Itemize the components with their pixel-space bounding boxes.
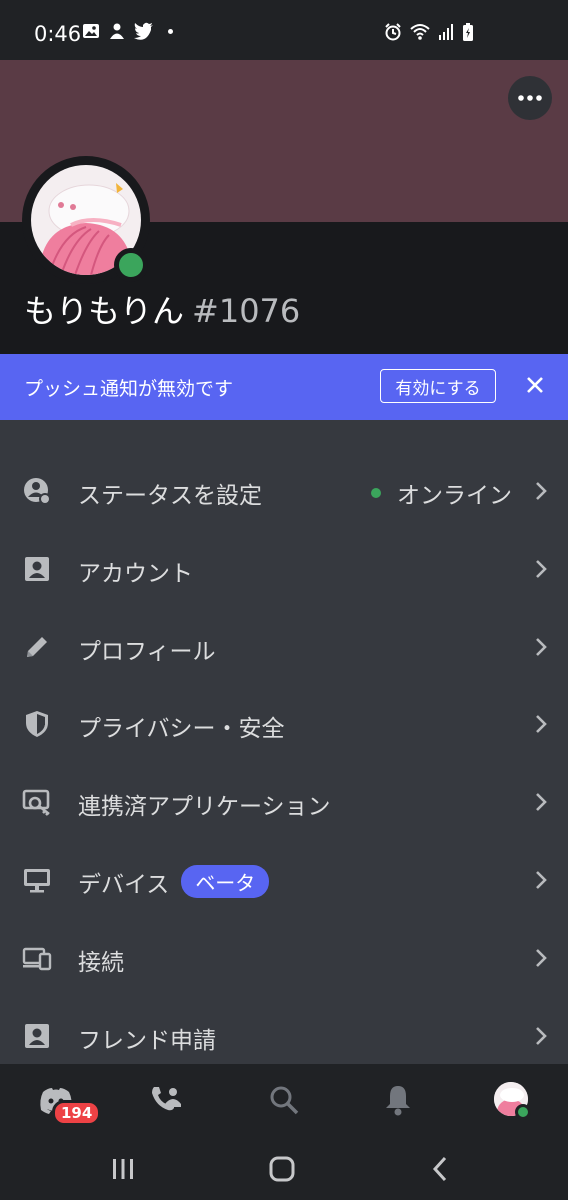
connections-item[interactable]: 接続 (0, 919, 568, 997)
friend-request-icon (25, 1023, 49, 1048)
gallery-icon (83, 24, 99, 38)
close-icon (527, 377, 543, 393)
current-status-value: オンライン (397, 483, 512, 509)
push-notification-notice: プッシュ通知が無効です 有効にする (0, 354, 568, 420)
system-navigation-bar (0, 1136, 568, 1200)
authorized-apps-item[interactable]: 連携済アプリケーション (0, 763, 568, 841)
connections-label: 接続 (78, 949, 124, 976)
privacy-safety-label: プライバシー・安全 (78, 716, 285, 743)
account-label: アカウント (78, 560, 193, 587)
user-notification-icon (110, 23, 124, 39)
friend-requests-item[interactable]: フレンド申請 (0, 997, 568, 1075)
close-notice-button[interactable] (520, 370, 550, 400)
display-name: もりもりん (24, 292, 185, 330)
devices-item[interactable]: デバイス ベータ (0, 841, 568, 919)
current-status: オンライン (371, 476, 512, 510)
notification-icons (82, 22, 173, 40)
back-icon[interactable] (430, 1155, 450, 1183)
devices-label: デバイス ベータ (78, 864, 270, 900)
status-time: 0:46 (34, 22, 82, 46)
chevron-right-icon (536, 715, 547, 734)
authorized-apps-label: 連携済アプリケーション (78, 794, 331, 821)
home-button-icon[interactable] (268, 1155, 296, 1183)
search-icon[interactable] (266, 1082, 302, 1118)
shield-icon (26, 711, 48, 738)
set-status-item[interactable]: ステータスを設定 オンライン (0, 452, 568, 530)
more-options-button[interactable] (508, 76, 552, 120)
system-icons (384, 22, 474, 42)
profile-item[interactable]: プロフィール (0, 608, 568, 686)
privacy-safety-item[interactable]: プライバシー・安全 (0, 685, 568, 763)
devices-icon (22, 947, 52, 970)
profile-label: プロフィール (78, 638, 216, 665)
settings-list: ステータスを設定 オンライン アカウント プロフィール プライバシー・安全 連携… (0, 452, 568, 1074)
unread-badge: 194 (52, 1100, 102, 1126)
friends-icon[interactable] (148, 1082, 184, 1118)
beta-badge: ベータ (181, 864, 270, 898)
alarm-icon (385, 23, 401, 41)
online-status-dot (114, 248, 148, 282)
account-item[interactable]: アカウント (0, 530, 568, 608)
devices-label-text: デバイス (78, 871, 170, 898)
friend-requests-label: フレンド申請 (78, 1027, 216, 1054)
more-notifications-icon (168, 28, 173, 34)
battery-icon (463, 23, 473, 41)
chevron-right-icon (536, 871, 547, 889)
notifications-bell-icon[interactable] (380, 1082, 416, 1118)
chevron-right-icon (536, 1026, 547, 1045)
enable-notifications-button[interactable]: 有効にする (380, 369, 496, 403)
status-bar: 0:46 (0, 0, 568, 60)
account-icon (25, 556, 49, 581)
chevron-right-icon (536, 482, 547, 500)
twitter-icon (134, 22, 153, 40)
notice-text: プッシュ通知が無効です (24, 378, 234, 400)
monitor-icon (24, 868, 50, 893)
chevron-right-icon (536, 948, 547, 967)
chevron-right-icon (536, 793, 547, 812)
status-icon (24, 478, 51, 505)
wifi-icon (410, 24, 430, 40)
profile-tab-status-dot (515, 1104, 531, 1120)
recent-apps-icon[interactable] (110, 1156, 136, 1182)
username: もりもりん #1076 (24, 286, 300, 332)
pencil-icon (27, 636, 47, 657)
chevron-right-icon (536, 637, 547, 656)
signal-icon (439, 24, 453, 40)
more-dots-icon (518, 95, 542, 101)
key-monitor-icon (22, 789, 50, 817)
set-status-label: ステータスを設定 (78, 483, 262, 509)
discriminator: #1076 (192, 292, 301, 330)
chevron-right-icon (536, 559, 547, 578)
online-dot (371, 488, 381, 498)
